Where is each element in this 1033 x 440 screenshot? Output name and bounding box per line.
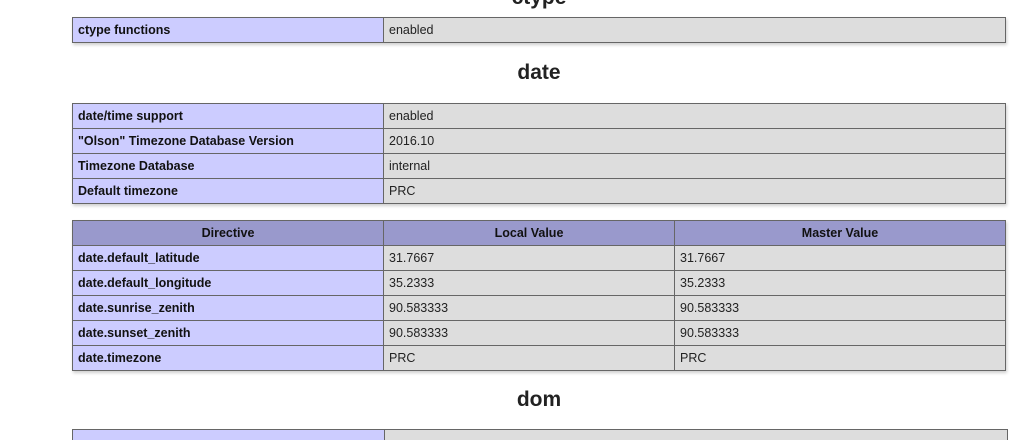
date-section-heading: date — [517, 61, 561, 84]
table-row: date/time support enabled — [72, 103, 1006, 129]
column-header-directive: Directive — [72, 220, 384, 246]
info-row-value: 2016.10 — [383, 128, 1006, 154]
info-row-label: date/time support — [72, 103, 384, 129]
date-directives-table: Directive Local Value Master Value date.… — [72, 220, 1006, 371]
ctype-section-heading: ctype — [0, 0, 1033, 10]
table-row: Default timezone PRC — [72, 178, 1006, 204]
date-info-table: date/time support enabled "Olson" Timezo… — [72, 103, 1006, 204]
column-header-master-value: Master Value — [674, 220, 1006, 246]
directive-name: date.timezone — [72, 345, 384, 371]
directive-name: date.sunrise_zenith — [72, 295, 384, 321]
master-value: 31.7667 — [674, 245, 1006, 271]
info-row-label: Default timezone — [72, 178, 384, 204]
local-value: 90.583333 — [383, 320, 675, 346]
info-row-value: enabled — [383, 103, 1006, 129]
dom-section-heading: dom — [516, 388, 562, 411]
info-row-value: PRC — [383, 178, 1006, 204]
master-value: 90.583333 — [674, 320, 1006, 346]
master-value: 35.2333 — [674, 270, 1006, 296]
master-value: 90.583333 — [674, 295, 1006, 321]
master-value: PRC — [674, 345, 1006, 371]
directive-name: date.sunset_zenith — [72, 320, 384, 346]
ctype-info-table: ctype functions enabled — [72, 17, 1006, 43]
directive-name: date.default_latitude — [72, 245, 384, 271]
table-row: date.timezone PRC PRC — [72, 345, 1006, 371]
ctype-functions-value: enabled — [383, 17, 1006, 43]
table-row: "Olson" Timezone Database Version 2016.1… — [72, 128, 1006, 154]
table-header-row: Directive Local Value Master Value — [72, 220, 1006, 246]
table-row: date.default_longitude 35.2333 35.2333 — [72, 270, 1006, 296]
table-row: date.sunset_zenith 90.583333 90.583333 — [72, 320, 1006, 346]
table-row: date.sunrise_zenith 90.583333 90.583333 — [72, 295, 1006, 321]
local-value: 35.2333 — [383, 270, 675, 296]
local-value: 31.7667 — [383, 245, 675, 271]
table-row: date.default_latitude 31.7667 31.7667 — [72, 245, 1006, 271]
table-row: ctype functions enabled — [72, 17, 1006, 43]
info-row-label: "Olson" Timezone Database Version — [72, 128, 384, 154]
info-row-label: Timezone Database — [72, 153, 384, 179]
column-header-local-value: Local Value — [383, 220, 675, 246]
table-row: Timezone Database internal — [72, 153, 1006, 179]
ctype-functions-label: ctype functions — [72, 17, 384, 43]
local-value: 90.583333 — [383, 295, 675, 321]
info-row-value: internal — [383, 153, 1006, 179]
dom-info-table — [72, 429, 1008, 440]
directive-name: date.default_longitude — [72, 270, 384, 296]
local-value: PRC — [383, 345, 675, 371]
